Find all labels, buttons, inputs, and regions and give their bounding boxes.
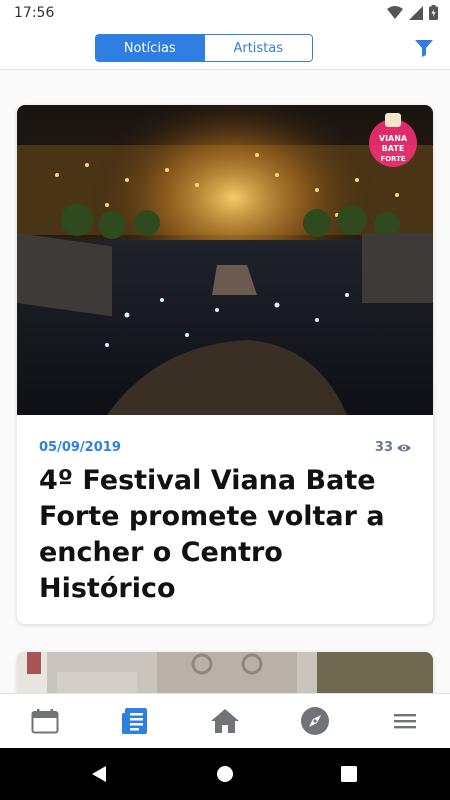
news-title: 4º Festival Viana Bate Forte promete vol…: [39, 465, 385, 604]
tab-artistas[interactable]: Artistas: [203, 35, 312, 61]
svg-text:VIANA: VIANA: [379, 134, 408, 143]
svg-text:FORTE: FORTE: [380, 155, 406, 163]
status-time: 17:56: [14, 5, 55, 21]
system-nav-bar: [0, 748, 450, 800]
news-icon: [122, 708, 147, 734]
home-icon: [211, 709, 239, 733]
nav-menu[interactable]: [360, 694, 450, 748]
bottom-nav: [0, 693, 450, 748]
news-card-image: VIANA BATE FORTE: [17, 105, 433, 415]
home-button-icon[interactable]: [216, 765, 234, 783]
eye-icon: [397, 444, 411, 451]
svg-text:BATE: BATE: [382, 144, 405, 153]
news-feed: VIANA BATE FORTE 05/09/2019 33 4º Festiv…: [0, 70, 450, 693]
news-card-image: [17, 652, 433, 693]
top-bar: Notícias Artistas: [0, 26, 450, 70]
nav-home[interactable]: [180, 694, 270, 748]
nav-news[interactable]: [90, 694, 180, 748]
recents-icon[interactable]: [341, 766, 357, 782]
tab-noticias[interactable]: Notícias: [96, 35, 204, 61]
back-icon[interactable]: [90, 765, 108, 783]
nav-calendar[interactable]: [0, 694, 90, 748]
battery-icon: [429, 5, 438, 20]
wifi-icon: [387, 5, 403, 19]
status-bar: 17:56: [0, 0, 450, 26]
news-card[interactable]: VIANA BATE FORTE 05/09/2019 33 4º Festiv…: [17, 105, 433, 624]
filter-icon[interactable]: [414, 39, 434, 57]
news-card-meta: 05/09/2019 33: [39, 440, 411, 460]
nav-explore[interactable]: [270, 694, 360, 748]
menu-icon: [394, 714, 416, 729]
calendar-icon: [31, 709, 59, 734]
signal-icon: [409, 5, 423, 20]
views-count: 33: [374, 440, 393, 455]
status-icons: [387, 5, 438, 20]
news-date: 05/09/2019: [39, 440, 121, 455]
news-card[interactable]: [17, 652, 433, 693]
compass-icon: [301, 707, 329, 735]
news-views: 33: [375, 440, 411, 455]
section-switcher: Notícias Artistas: [95, 34, 313, 62]
